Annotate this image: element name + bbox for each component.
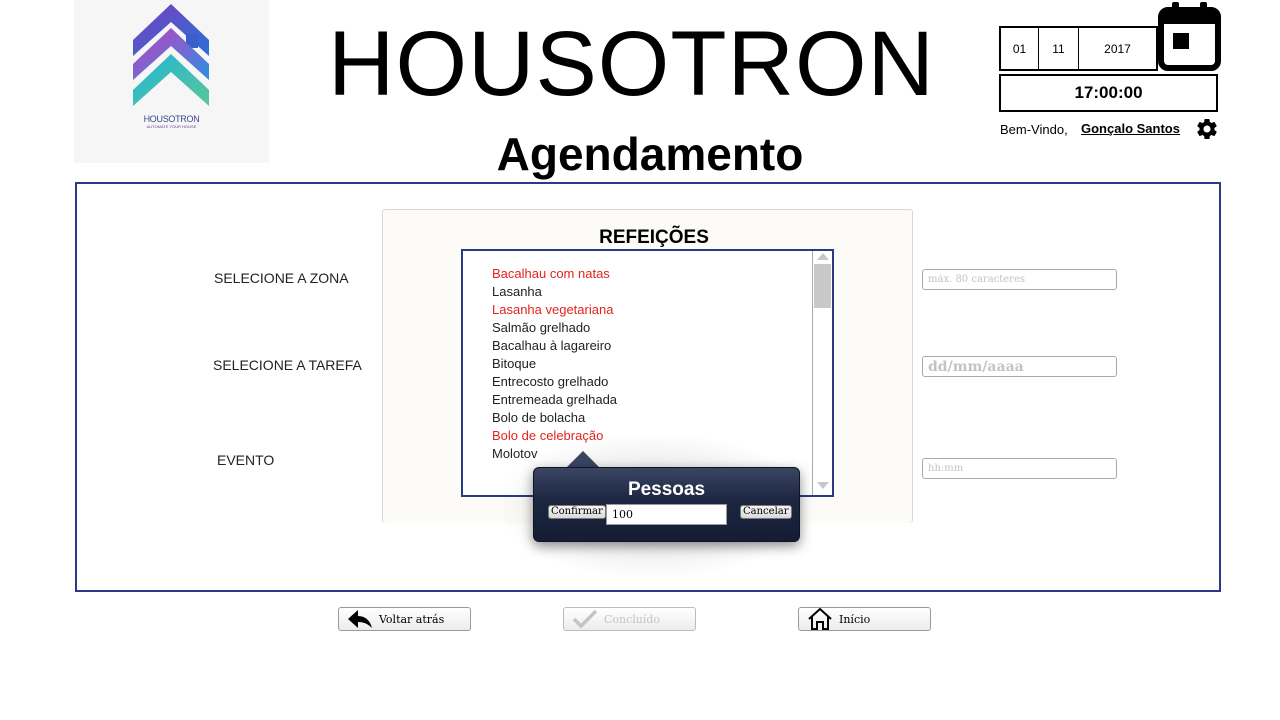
logo-tagline: AUTOMATE YOUR HOUSE (146, 124, 197, 129)
meal-item[interactable]: Lasanha (492, 283, 832, 301)
back-label: Voltar atrás (379, 612, 445, 626)
date-month: 11 (1039, 28, 1079, 69)
meal-item[interactable]: Bolo de bolacha (492, 409, 832, 427)
popover-arrow (566, 451, 600, 468)
home-icon (808, 608, 832, 630)
back-arrow-icon (348, 610, 372, 628)
user-profile-link[interactable]: Gonçalo Santos (1081, 121, 1180, 136)
meals-items: Bacalhau com natas Lasanha Lasanha vegetar… (463, 251, 832, 463)
task-label: SELECIONE A TAREFA (213, 357, 362, 373)
home-button[interactable]: Início (798, 607, 931, 631)
meal-item[interactable]: Bacalhau com natas (492, 265, 832, 283)
meals-scrollbar[interactable] (812, 251, 832, 495)
house-logo-icon (133, 4, 209, 106)
done-button[interactable]: Concluído (563, 607, 696, 631)
meal-item[interactable]: Bitoque (492, 355, 832, 373)
date-day: 01 (1001, 28, 1039, 69)
meal-item[interactable]: Lasanha vegetariana (492, 301, 832, 319)
meals-title: REFEIÇÕES (599, 227, 709, 248)
meal-item[interactable]: Bacalhau à lagareiro (492, 337, 832, 355)
calendar-icon[interactable] (1158, 2, 1222, 72)
home-label: Início (839, 612, 871, 626)
date-year: 2017 (1104, 41, 1131, 56)
time-display: 17:00:00 (999, 74, 1218, 112)
date-display: 01 11 2017 (999, 26, 1158, 71)
app-title: HOUSOTRON (328, 13, 935, 115)
logo: HOUSOTRON AUTOMATE YOUR HOUSE (74, 0, 269, 163)
description-input[interactable] (922, 269, 1117, 290)
meal-item[interactable]: Entremeada grelhada (492, 391, 832, 409)
done-label: Concluído (604, 612, 661, 626)
logo-text: HOUSOTRON (143, 114, 200, 124)
people-count-input[interactable] (606, 504, 727, 525)
event-label: EVENTO (217, 452, 275, 468)
scrollbar-thumb[interactable] (814, 264, 831, 308)
scroll-up-arrow-icon[interactable] (817, 253, 829, 260)
welcome-text: Bem-Vindo, (1000, 122, 1068, 137)
date-input[interactable] (922, 356, 1117, 377)
zone-label: SELECIONE A ZONA (214, 270, 349, 286)
popover-title: Pessoas (627, 479, 706, 500)
meal-item[interactable]: Entrecosto grelhado (492, 373, 832, 391)
gear-icon[interactable] (1195, 117, 1219, 141)
people-popover: Pessoas Confirmar Cancelar (533, 467, 800, 542)
time-input[interactable] (922, 458, 1117, 479)
confirm-button[interactable]: Confirmar (548, 505, 606, 519)
checkmark-icon (572, 609, 598, 629)
back-button[interactable]: Voltar atrás (338, 607, 471, 631)
scroll-down-arrow-icon[interactable] (817, 482, 829, 489)
meal-item[interactable]: Salmão grelhado (492, 319, 832, 337)
page-title: Agendamento (496, 128, 804, 180)
cancel-button[interactable]: Cancelar (740, 505, 792, 519)
